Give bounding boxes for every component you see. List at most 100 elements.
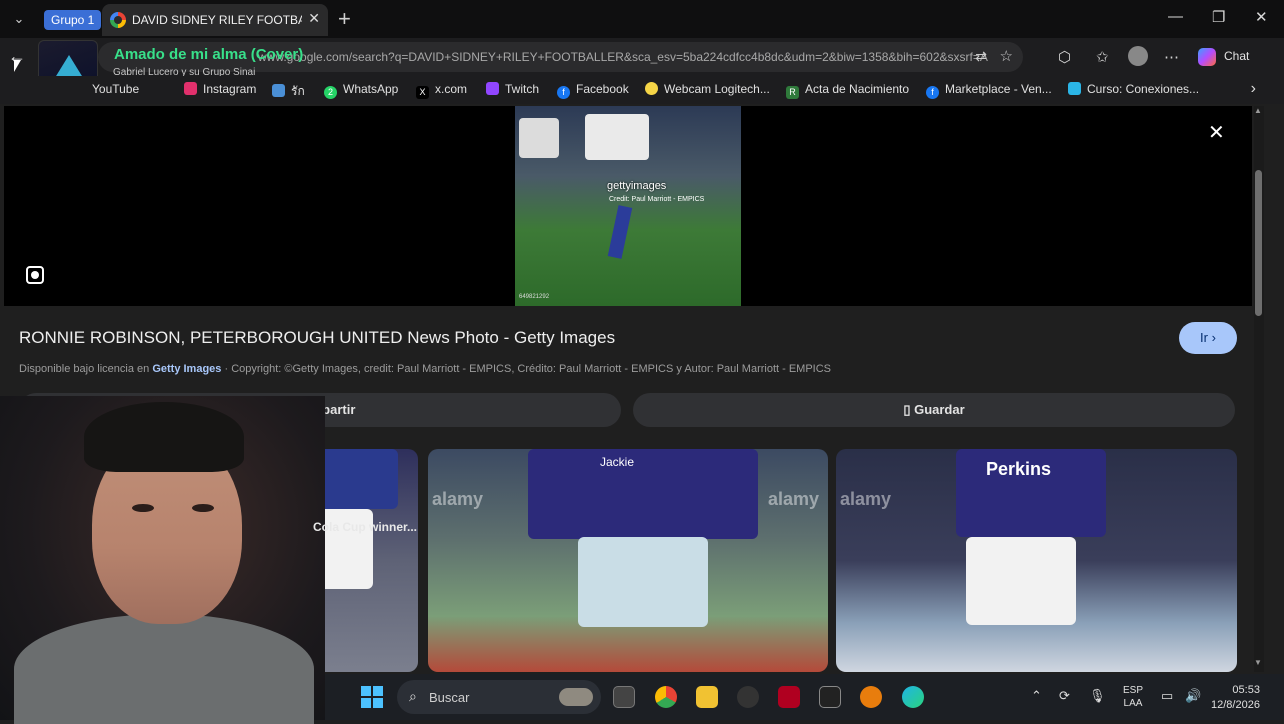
player-shorts: [519, 118, 559, 158]
mouse-cursor-icon: [14, 60, 21, 72]
vertical-scrollbar[interactable]: [1254, 106, 1264, 672]
language-indicator[interactable]: ESP LAA: [1123, 684, 1143, 710]
microphone-icon[interactable]: 🎙: [1089, 688, 1106, 704]
close-panel-icon[interactable]: ✕: [1208, 120, 1225, 145]
save-button[interactable]: ▯ Guardar: [633, 393, 1235, 427]
bookmark-label: Facebook: [576, 82, 629, 96]
tray-overflow-chevron-icon[interactable]: ⌃: [1031, 688, 1042, 704]
tab-actions-menu-button[interactable]: ⌄: [6, 8, 32, 30]
bookmark-label: Twitch: [505, 82, 540, 96]
maximize-button[interactable]: ❐: [1212, 8, 1225, 26]
getty-watermark: gettyimages: [607, 180, 667, 192]
bookmark-marketplace[interactable]: f Marketplace - Ven...: [926, 82, 1052, 99]
favorites-icon[interactable]: ✩: [1096, 48, 1109, 66]
edge-icon[interactable]: [902, 686, 924, 708]
photo-code: 649821292: [519, 294, 550, 300]
new-tab-button[interactable]: +: [338, 6, 351, 32]
blender-icon[interactable]: [860, 686, 882, 708]
chrome-icon[interactable]: [655, 686, 677, 708]
bookmark-instagram[interactable]: Instagram: [184, 82, 256, 96]
translate-icon[interactable]: ⇄: [975, 48, 987, 65]
bookmark-webcam-logitech[interactable]: Webcam Logitech...: [645, 82, 770, 96]
image-preview-area: gettyimages Credit: Paul Marriott - EMPI…: [4, 106, 1252, 306]
save-label: Guardar: [914, 402, 965, 417]
clock-date: 12/8/2026: [1211, 699, 1260, 711]
license-source-link[interactable]: Getty Images: [152, 363, 221, 375]
favorite-star-icon[interactable]: ☆: [1000, 47, 1013, 65]
alamy-watermark: alamy: [840, 489, 892, 509]
scroll-down-arrow-icon[interactable]: ▼: [1254, 658, 1262, 667]
shirt-sponsor: Perkins: [986, 459, 1052, 479]
more-options-icon[interactable]: ⋯: [1164, 48, 1179, 66]
minimize-button[interactable]: —: [1168, 8, 1183, 25]
visit-button[interactable]: Ir ›: [1179, 322, 1237, 354]
system-clock[interactable]: 05:53 12/8/2026: [1211, 683, 1260, 713]
logitech-icon: [645, 82, 658, 95]
player-leg: [607, 205, 633, 259]
bookmark-x[interactable]: Xx.com: [416, 82, 467, 99]
copilot-icon[interactable]: [1198, 48, 1216, 66]
related-image-2[interactable]: Jackie alamy alamy: [428, 449, 828, 672]
person-eye: [192, 504, 214, 512]
windows-start-icon[interactable]: [361, 686, 383, 708]
bookmarks-overflow-chevron-icon[interactable]: ›: [1251, 80, 1256, 98]
alamy-watermark: alamy: [768, 489, 820, 509]
shirt-sponsor: Jackie: [600, 455, 635, 469]
url-text: www.google.com/search?q=DAVID+SIDNEY+RIL…: [258, 50, 988, 64]
network-icon[interactable]: ▭: [1161, 688, 1173, 704]
bookmark-whatsapp[interactable]: 2 WhatsApp: [324, 82, 398, 99]
bookmark-youtube[interactable]: YouTube: [92, 82, 139, 96]
bookmark-label: Curso: Conexiones...: [1087, 82, 1200, 96]
visit-button-label: Ir: [1200, 330, 1208, 345]
facebook-icon: f: [926, 86, 939, 99]
webcam-overlay: [0, 396, 325, 724]
tab-close-button[interactable]: ✕: [308, 10, 320, 27]
task-view-icon[interactable]: [613, 686, 635, 708]
sync-icon[interactable]: ⟳: [1059, 688, 1070, 704]
bookmark-label: WhatsApp: [343, 82, 399, 96]
tab-group-chip[interactable]: Grupo 1: [44, 10, 102, 30]
extensions-icon[interactable]: ⬡: [1058, 48, 1071, 66]
google-lens-icon[interactable]: [26, 266, 44, 284]
tab-title: DAVID SIDNEY RILEY FOOTBALLER: [132, 13, 302, 27]
bookmark-label: YouTube: [92, 82, 140, 96]
terminal-icon[interactable]: [819, 686, 841, 708]
search-icon: ⌕: [409, 688, 417, 704]
instagram-icon: [184, 82, 197, 95]
selected-photo[interactable]: gettyimages Credit: Paul Marriott - EMPI…: [515, 106, 741, 306]
twitch-icon: [486, 82, 499, 95]
bookmark-acta-nacimiento[interactable]: R Acta de Nacimiento: [786, 82, 909, 99]
bookmark-twitch[interactable]: Twitch: [486, 82, 539, 96]
result-title[interactable]: RONNIE ROBINSON, PETERBOROUGH UNITED New…: [19, 328, 615, 348]
recorder-app-icon[interactable]: [778, 686, 800, 708]
bookmark-label: Acta de Nacimiento: [805, 82, 910, 96]
obs-icon[interactable]: [737, 686, 759, 708]
close-window-button[interactable]: ✕: [1255, 8, 1268, 26]
search-highlight-icon: [559, 688, 593, 706]
bookmark-thai-site[interactable]: รัก: [272, 82, 305, 101]
related-image-1-caption[interactable]: Cola Cup winner...: [313, 520, 417, 534]
title-bar: ⌄ Grupo 1 DAVID SIDNEY RILEY FOOTBALLER …: [0, 0, 1284, 38]
chat-button[interactable]: Chat: [1224, 49, 1249, 63]
bookmark-facebook[interactable]: f Facebook: [557, 82, 629, 99]
bookmark-label: x.com: [435, 82, 468, 96]
x-icon: X: [416, 86, 429, 99]
google-icon: [110, 12, 126, 28]
player-shorts: [966, 537, 1076, 625]
related-image-3[interactable]: Perkins alamy: [836, 449, 1237, 672]
scroll-up-arrow-icon[interactable]: ▲: [1254, 106, 1262, 115]
scrollbar-thumb[interactable]: [1255, 170, 1262, 316]
person-eye: [132, 504, 154, 512]
taskbar-search[interactable]: ⌕ Buscar: [397, 680, 601, 714]
license-info: Disponible bajo licencia en Getty Images…: [19, 363, 831, 375]
alamy-watermark: alamy: [432, 489, 484, 509]
bookmark-curso-conexiones[interactable]: Curso: Conexiones...: [1068, 82, 1199, 96]
volume-icon[interactable]: 🔊: [1185, 688, 1201, 704]
bookmark-label: Instagram: [203, 82, 257, 96]
bookmarks-bar: YouTube Instagram รัก 2 WhatsApp Xx.com T…: [0, 76, 1284, 104]
active-tab[interactable]: DAVID SIDNEY RILEY FOOTBALLER ✕: [102, 4, 328, 36]
file-explorer-icon[interactable]: [696, 686, 718, 708]
profile-avatar[interactable]: [1128, 46, 1148, 66]
person-hair: [84, 402, 244, 472]
clock-time: 05:53: [1232, 684, 1260, 696]
